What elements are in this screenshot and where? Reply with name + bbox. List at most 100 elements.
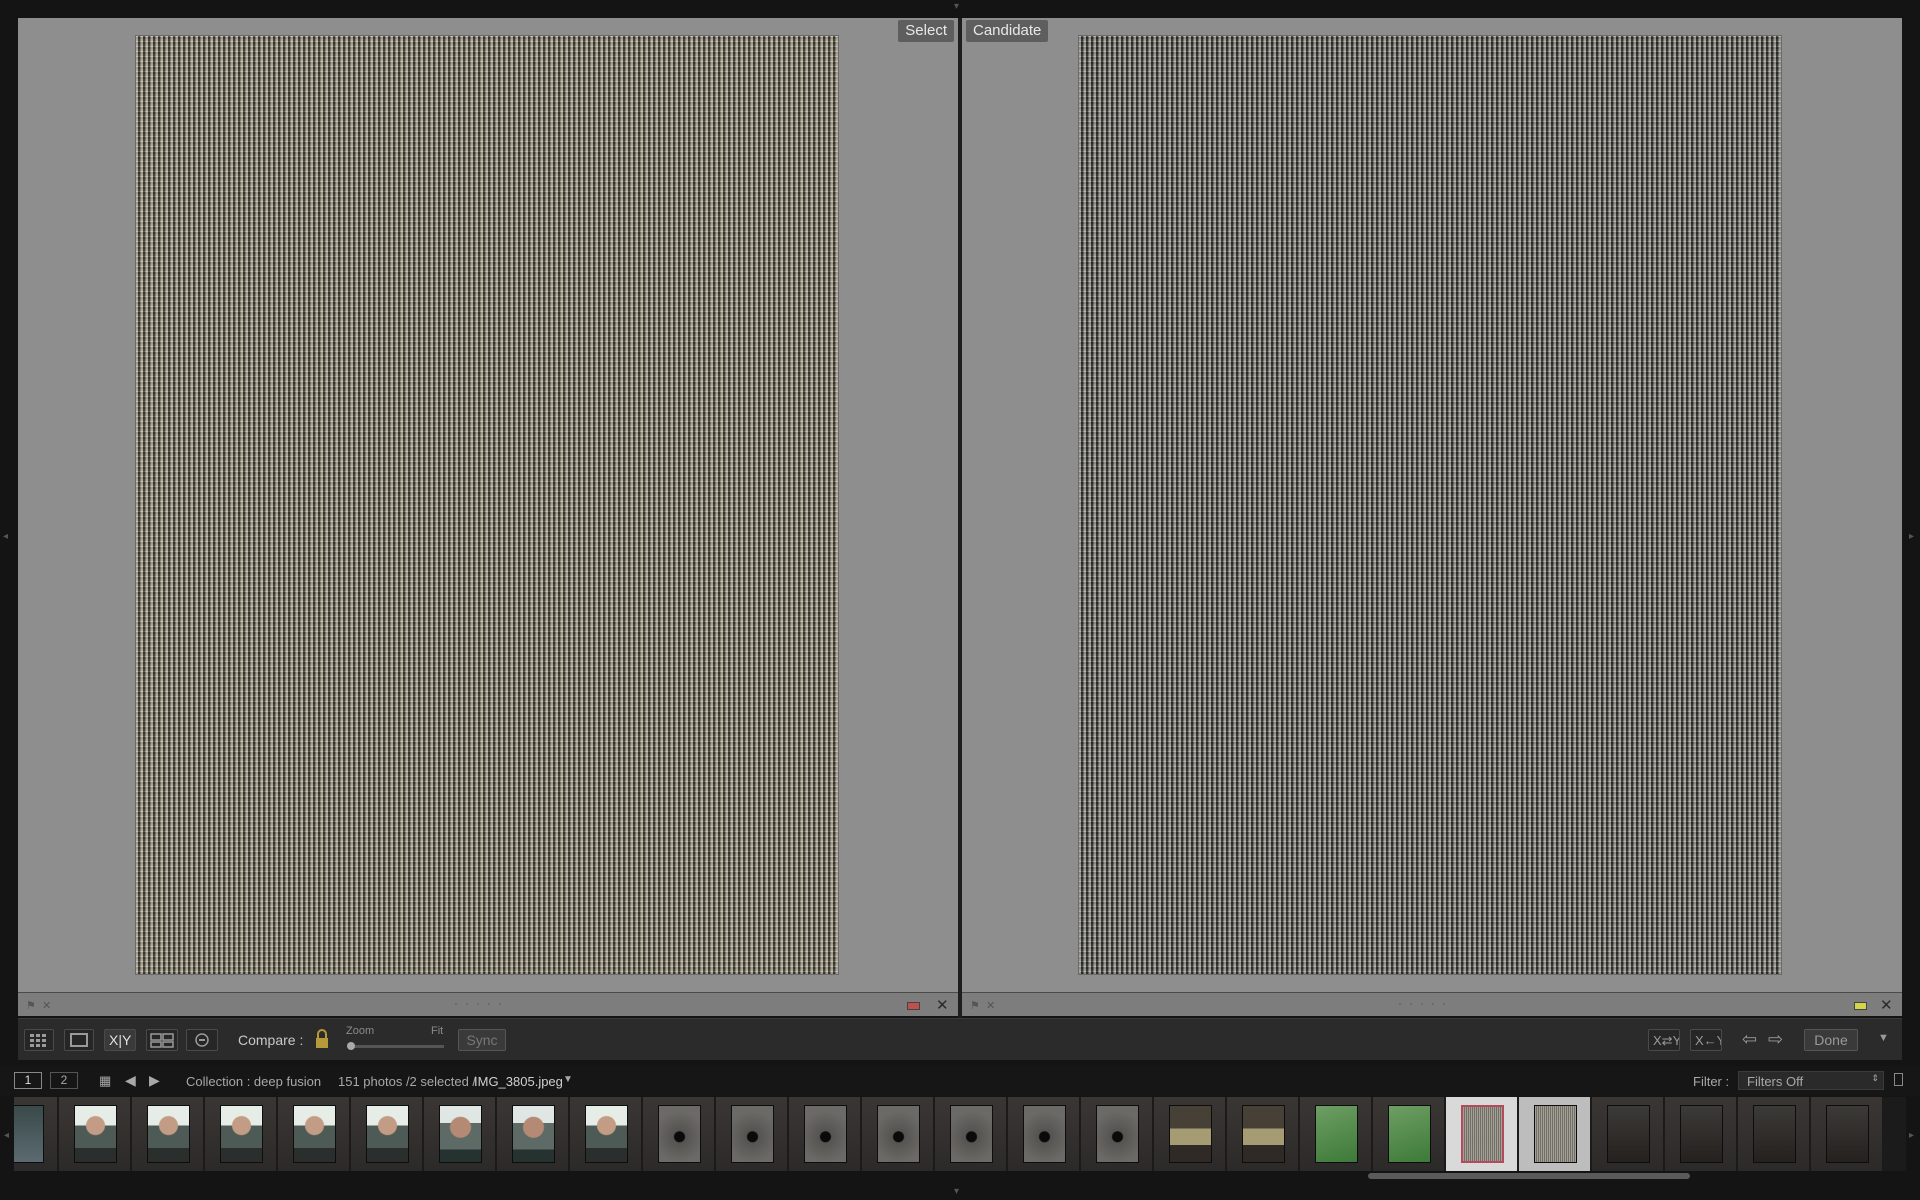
filmstrip-cell[interactable] xyxy=(1519,1097,1591,1171)
thumbnail-green-icon[interactable] xyxy=(1315,1105,1358,1163)
grid-view-button[interactable] xyxy=(24,1029,54,1051)
thumbnail-fabric-select[interactable] xyxy=(1461,1105,1504,1163)
right-panel-toggle-icon[interactable]: ▸ xyxy=(1909,532,1914,542)
thumbnail-hole-icon[interactable] xyxy=(1023,1105,1066,1163)
filmstrip-cell[interactable] xyxy=(59,1097,131,1171)
thumbnail-person-icon[interactable] xyxy=(147,1105,190,1163)
thumbnail-person2-icon[interactable] xyxy=(439,1105,482,1163)
filmstrip-cell[interactable] xyxy=(1373,1097,1445,1171)
filename-dropdown-icon[interactable]: ▼ xyxy=(563,1074,573,1085)
color-label-red[interactable] xyxy=(907,1002,920,1010)
filmstrip-left-arrow-icon[interactable]: ◂ xyxy=(4,1131,9,1141)
thumbnail-person-icon[interactable] xyxy=(220,1105,263,1163)
back-arrow-icon[interactable]: ◀ xyxy=(125,1072,136,1089)
thumbnail-person2-icon[interactable] xyxy=(512,1105,555,1163)
done-button[interactable]: Done xyxy=(1804,1029,1858,1051)
thumbnail-green-icon[interactable] xyxy=(1388,1105,1431,1163)
candidate-info-bar: ⚑ ✕ ····· ✕ xyxy=(962,992,1902,1016)
loupe-view-button[interactable] xyxy=(64,1029,94,1051)
thumbnail-hole-icon[interactable] xyxy=(877,1105,920,1163)
select-photo[interactable] xyxy=(135,35,839,975)
thumbnail-person-icon[interactable] xyxy=(585,1105,628,1163)
filmstrip-cell[interactable] xyxy=(1154,1097,1226,1171)
filmstrip-scrollbar[interactable] xyxy=(1368,1173,1690,1179)
thumbnail-tripod-icon[interactable] xyxy=(1753,1105,1796,1163)
thumbnail-hole-icon[interactable] xyxy=(950,1105,993,1163)
thumbnail-person-icon[interactable] xyxy=(74,1105,117,1163)
filmstrip-cell[interactable] xyxy=(1227,1097,1299,1171)
thumbnail-hole-icon[interactable] xyxy=(1096,1105,1139,1163)
thumbnail-hole-icon[interactable] xyxy=(731,1105,774,1163)
filmstrip-cell[interactable] xyxy=(716,1097,788,1171)
filmstrip-cell[interactable] xyxy=(570,1097,642,1171)
people-view-button[interactable] xyxy=(186,1029,218,1051)
filmstrip[interactable] xyxy=(14,1097,1906,1171)
previous-arrow-icon[interactable]: ⇦ xyxy=(1742,1029,1757,1050)
filmstrip-cell[interactable] xyxy=(1081,1097,1153,1171)
thumbnail-tripod-icon[interactable] xyxy=(1826,1105,1869,1163)
filmstrip-cell[interactable] xyxy=(1738,1097,1810,1171)
filmstrip-cell[interactable] xyxy=(497,1097,569,1171)
compare-view-button[interactable]: X|Y xyxy=(104,1029,136,1051)
pick-flag-icon[interactable]: ⚑ xyxy=(970,999,980,1012)
thumbnail-glass-icon[interactable] xyxy=(1169,1105,1212,1163)
zoom-slider-thumb[interactable] xyxy=(347,1042,355,1050)
pick-flag-icon[interactable]: ⚑ xyxy=(26,999,36,1012)
reject-flag-icon[interactable]: ✕ xyxy=(986,999,995,1012)
thumbnail-hole-icon[interactable] xyxy=(658,1105,701,1163)
make-select-button[interactable]: X←Y xyxy=(1690,1029,1726,1051)
survey-view-button[interactable] xyxy=(146,1029,178,1051)
collection-source[interactable]: Collection : deep fusion xyxy=(186,1074,321,1089)
filmstrip-cell[interactable] xyxy=(205,1097,277,1171)
thumbnail-person-icon[interactable] xyxy=(293,1105,336,1163)
filmstrip-cell[interactable] xyxy=(351,1097,423,1171)
filter-select[interactable]: Filters Off ⇕ xyxy=(1738,1071,1884,1090)
close-select-icon[interactable]: ✕ xyxy=(936,996,949,1014)
rating-dots[interactable]: ····· xyxy=(454,996,509,1010)
main-window-button[interactable]: 1 xyxy=(14,1072,42,1089)
rating-dots[interactable]: ····· xyxy=(1398,996,1453,1010)
filmstrip-cell[interactable] xyxy=(1592,1097,1664,1171)
candidate-pane[interactable]: Candidate xyxy=(962,18,1902,992)
thumbnail-fabric-candidate[interactable] xyxy=(1534,1105,1577,1163)
swap-button[interactable]: X⇄Y xyxy=(1648,1029,1682,1051)
filmstrip-cell[interactable] xyxy=(1446,1097,1518,1171)
close-candidate-icon[interactable]: ✕ xyxy=(1880,996,1893,1014)
filmstrip-cell[interactable] xyxy=(14,1097,58,1171)
secondary-window-button[interactable]: 2 xyxy=(50,1072,78,1089)
select-pane[interactable]: Select xyxy=(18,18,958,992)
filmstrip-cell[interactable] xyxy=(1008,1097,1080,1171)
forward-arrow-icon[interactable]: ▶ xyxy=(149,1072,160,1089)
filmstrip-cell[interactable] xyxy=(643,1097,715,1171)
sync-button[interactable]: Sync xyxy=(458,1029,506,1051)
zoom-slider[interactable] xyxy=(348,1045,444,1048)
filmstrip-cell[interactable] xyxy=(132,1097,204,1171)
top-panel-toggle-icon[interactable]: ▾ xyxy=(954,2,959,12)
thumbnail-hole-icon[interactable] xyxy=(804,1105,847,1163)
left-panel-toggle-icon[interactable]: ◂ xyxy=(3,532,8,542)
filmstrip-cell[interactable] xyxy=(424,1097,496,1171)
thumbnail-person-icon[interactable] xyxy=(366,1105,409,1163)
filmstrip-cell[interactable] xyxy=(789,1097,861,1171)
thumbnail-tree-icon[interactable] xyxy=(14,1105,44,1163)
next-arrow-icon[interactable]: ⇨ xyxy=(1768,1029,1783,1050)
color-label-yellow[interactable] xyxy=(1854,1002,1867,1010)
thumbnail-glass-icon[interactable] xyxy=(1242,1105,1285,1163)
filename[interactable]: IMG_3805.jpeg xyxy=(474,1074,563,1089)
thumbnail-tripod-icon[interactable] xyxy=(1607,1105,1650,1163)
bottom-panel-toggle-icon[interactable]: ▾ xyxy=(954,1187,959,1197)
filmstrip-cell[interactable] xyxy=(1665,1097,1737,1171)
filter-lock-icon[interactable] xyxy=(1894,1073,1903,1086)
filmstrip-cell[interactable] xyxy=(278,1097,350,1171)
toolbar-options-icon[interactable]: ▼ xyxy=(1878,1032,1889,1044)
filmstrip-cell[interactable] xyxy=(862,1097,934,1171)
lock-icon[interactable] xyxy=(314,1028,330,1055)
filmstrip-cell[interactable] xyxy=(935,1097,1007,1171)
filmstrip-right-arrow-icon[interactable]: ▸ xyxy=(1909,1131,1914,1141)
filmstrip-cell[interactable] xyxy=(1811,1097,1883,1171)
filmstrip-cell[interactable] xyxy=(1300,1097,1372,1171)
candidate-photo[interactable] xyxy=(1078,35,1782,975)
grid-small-icon[interactable]: ▦ xyxy=(99,1073,111,1089)
reject-flag-icon[interactable]: ✕ xyxy=(42,999,51,1012)
thumbnail-tripod-icon[interactable] xyxy=(1680,1105,1723,1163)
